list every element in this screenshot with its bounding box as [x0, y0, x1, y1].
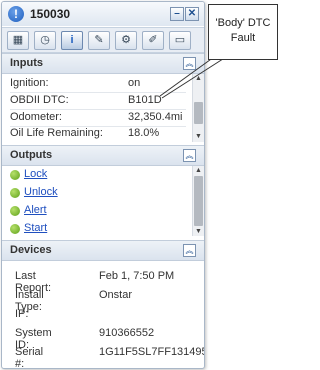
- input-row-oil-life: Oil Life Remaining: 18.0%: [10, 126, 186, 142]
- callout-line-2: Fault: [230, 32, 256, 44]
- scroll-up-icon[interactable]: ▲: [193, 166, 204, 175]
- device-value: Feb 1, 7:50 PM: [99, 270, 175, 282]
- scroll-down-icon[interactable]: ▼: [193, 227, 204, 236]
- device-value: 910366552: [99, 327, 155, 339]
- lock-link[interactable]: Lock: [24, 168, 47, 180]
- input-label: Oil Life Remaining:: [10, 127, 103, 139]
- dtc-callout: 'Body' DTC Fault: [208, 4, 278, 60]
- status-dot-icon: [10, 188, 20, 198]
- outputs-section-title: Outputs: [10, 149, 53, 161]
- scroll-down-icon[interactable]: ▼: [193, 132, 204, 141]
- status-dot-icon: [10, 206, 20, 216]
- collapse-devices-icon[interactable]: ︽: [183, 244, 196, 257]
- collapse-outputs-icon[interactable]: ︽: [183, 149, 196, 162]
- devices-section-header[interactable]: Devices ︽: [2, 240, 204, 261]
- devices-section-title: Devices: [10, 244, 52, 256]
- callout-line-1: 'Body' DTC: [215, 17, 271, 29]
- device-label: Serial #:: [15, 346, 44, 369]
- outputs-scrollbar[interactable]: ▲ ▼: [192, 166, 204, 236]
- device-value: 1G11F5SL7FF131495: [99, 346, 205, 358]
- outputs-scroll-thumb[interactable]: [194, 176, 203, 226]
- alert-link[interactable]: Alert: [24, 204, 47, 216]
- start-link[interactable]: Start: [24, 222, 47, 234]
- device-value: Onstar: [99, 289, 133, 301]
- status-dot-icon: [10, 224, 20, 234]
- input-value: 18.0%: [128, 127, 160, 139]
- unlock-link[interactable]: Unlock: [24, 186, 58, 198]
- outputs-section-header[interactable]: Outputs ︽: [2, 145, 204, 166]
- status-dot-icon: [10, 170, 20, 180]
- device-label: IP:: [15, 308, 29, 320]
